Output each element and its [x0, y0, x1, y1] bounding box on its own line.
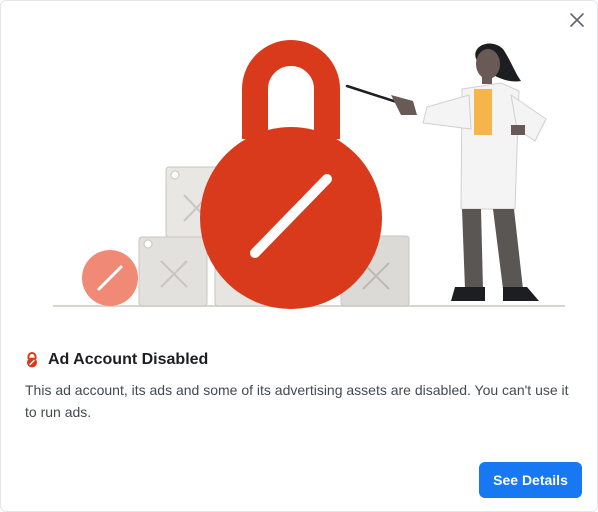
crossed-box-left — [138, 236, 208, 307]
close-icon — [570, 13, 584, 27]
see-details-button[interactable]: See Details — [479, 462, 582, 498]
lock-icon — [27, 352, 37, 368]
disabled-account-illustration — [53, 40, 565, 309]
ad-account-disabled-dialog: Ad Account Disabled This ad account, its… — [0, 0, 598, 512]
title-row: Ad Account Disabled — [25, 351, 208, 369]
small-prohibited-icon — [82, 250, 138, 306]
presenter-figure — [391, 43, 547, 301]
dialog-title: Ad Account Disabled — [48, 351, 209, 368]
large-lock-icon — [200, 40, 382, 309]
close-button[interactable] — [567, 10, 587, 30]
dialog-message: This ad account, its ads and some of its… — [25, 382, 569, 420]
